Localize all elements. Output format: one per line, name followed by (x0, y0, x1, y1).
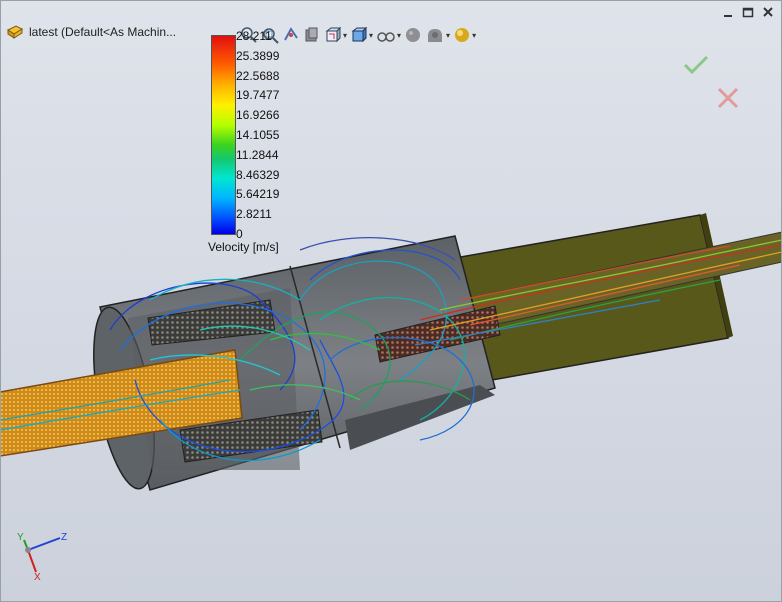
document-title: latest (Default<As Machin... (29, 25, 177, 39)
legend-color-bar (211, 35, 236, 235)
triad-x-axis (27, 549, 37, 573)
graphics-viewport[interactable]: latest (Default<As Machin... ▾ ▾ ▾ ▾ ▾ 2… (0, 0, 782, 602)
display-style-caret-icon: ▾ (369, 30, 374, 40)
triad-x-label: X (34, 572, 41, 583)
legend-tick-label: 28.211 (236, 29, 272, 43)
legend-title: Velocity [m/s] (208, 240, 279, 254)
edit-appearance-icon (406, 28, 421, 42)
display-style-button[interactable]: ▾ (350, 26, 373, 44)
hide-show-items-caret-icon: ▾ (397, 30, 402, 40)
confirm-ok-button[interactable] (683, 54, 709, 81)
close-icon (763, 7, 773, 17)
legend-tick-label: 8.46329 (236, 167, 280, 182)
legend-tick-label: 19.7477 (236, 88, 280, 103)
legend-tick-label: 11.2844 (236, 147, 279, 162)
muffler-model[interactable] (0, 0, 782, 602)
triad-y-label: Y (17, 532, 24, 543)
maximize-button[interactable] (742, 6, 754, 18)
legend-tick-label: 25.3899 (236, 48, 280, 63)
triad-z-axis (27, 537, 61, 551)
maximize-icon (742, 7, 754, 18)
legend-tick-label: 16.9266 (236, 108, 280, 123)
velocity-legend[interactable]: 28.211 25.3899 22.5688 19.7477 16.9266 14.105… (208, 30, 308, 260)
apply-scene-button[interactable]: ▾ (425, 26, 450, 44)
triad-origin (25, 547, 31, 553)
legend-tick-label: 0 (236, 227, 243, 241)
part-icon (7, 25, 24, 39)
checkmark-icon (683, 55, 709, 75)
legend-tick-label: 22.5688 (236, 68, 280, 83)
display-style-icon (351, 26, 368, 43)
confirm-cancel-button[interactable] (716, 86, 740, 115)
close-button[interactable] (762, 6, 774, 18)
view-orientation-icon (325, 26, 342, 43)
reference-triad: Z Y X (17, 532, 67, 583)
legend-tick-label: 5.64219 (236, 187, 280, 202)
legend-tick-label: 14.1055 (236, 128, 280, 142)
hide-show-items-icon (377, 32, 395, 42)
cancel-x-icon (717, 87, 739, 109)
edit-appearance-button[interactable] (404, 26, 422, 44)
view-settings-icon (455, 28, 470, 42)
apply-scene-icon (428, 29, 443, 42)
minimize-icon (724, 15, 732, 17)
triad-z-label: Z (61, 532, 67, 543)
window-controls (722, 6, 774, 18)
apply-scene-caret-icon: ▾ (446, 30, 451, 40)
view-settings-button[interactable]: ▾ (453, 26, 476, 44)
view-settings-caret-icon: ▾ (472, 30, 477, 40)
document-title-bar: latest (Default<As Machin... (6, 22, 176, 42)
view-orientation-caret-icon: ▾ (343, 30, 348, 40)
minimize-button[interactable] (722, 6, 734, 18)
view-orientation-button[interactable]: ▾ (324, 26, 347, 44)
hide-show-items-button[interactable]: ▾ (376, 26, 401, 44)
legend-tick-label: 2.8211 (236, 207, 272, 222)
